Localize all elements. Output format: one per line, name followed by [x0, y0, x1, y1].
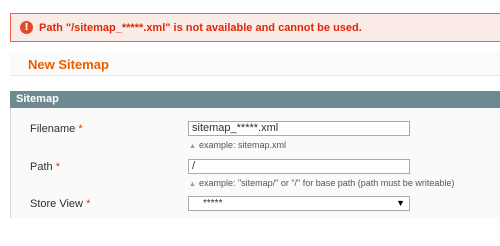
filename-input[interactable]: sitemap_*****.xml	[188, 121, 410, 136]
page-title-bar: New Sitemap	[10, 52, 500, 76]
error-message-box: ! Path "/sitemap_*****.xml" is not avail…	[10, 13, 500, 42]
required-mark: *	[86, 198, 91, 210]
path-note: ▲ example: "sitemap/" or "/" for base pat…	[189, 178, 454, 188]
path-label: Path *	[30, 161, 60, 173]
store-view-selected-value: *****	[203, 198, 223, 209]
filename-label: Filename *	[30, 123, 83, 135]
note-arrow-icon: ▲	[189, 181, 196, 188]
path-input[interactable]: /	[188, 159, 410, 174]
filename-note-text: example: sitemap.xml	[198, 140, 286, 150]
warning-icon: !	[20, 21, 33, 34]
required-mark: *	[78, 123, 83, 135]
path-note-text: example: "sitemap/" or "/" for base path…	[198, 178, 455, 188]
page-title: New Sitemap	[28, 57, 109, 72]
fieldset-header: Sitemap	[10, 91, 500, 108]
store-view-label-text: Store View	[30, 198, 83, 210]
required-mark: *	[55, 161, 60, 173]
path-label-text: Path	[30, 161, 53, 173]
error-message-text: Path "/sitemap_*****.xml" is not availab…	[39, 22, 362, 34]
fieldset-legend: Sitemap	[16, 93, 59, 105]
store-view-label: Store View *	[30, 198, 90, 210]
dropdown-arrow-icon: ▼	[396, 198, 405, 208]
filename-note: ▲ example: sitemap.xml	[189, 140, 286, 150]
note-arrow-icon: ▲	[189, 143, 196, 150]
store-view-select[interactable]: ***** ▼	[188, 196, 410, 211]
filename-label-text: Filename	[30, 123, 76, 135]
